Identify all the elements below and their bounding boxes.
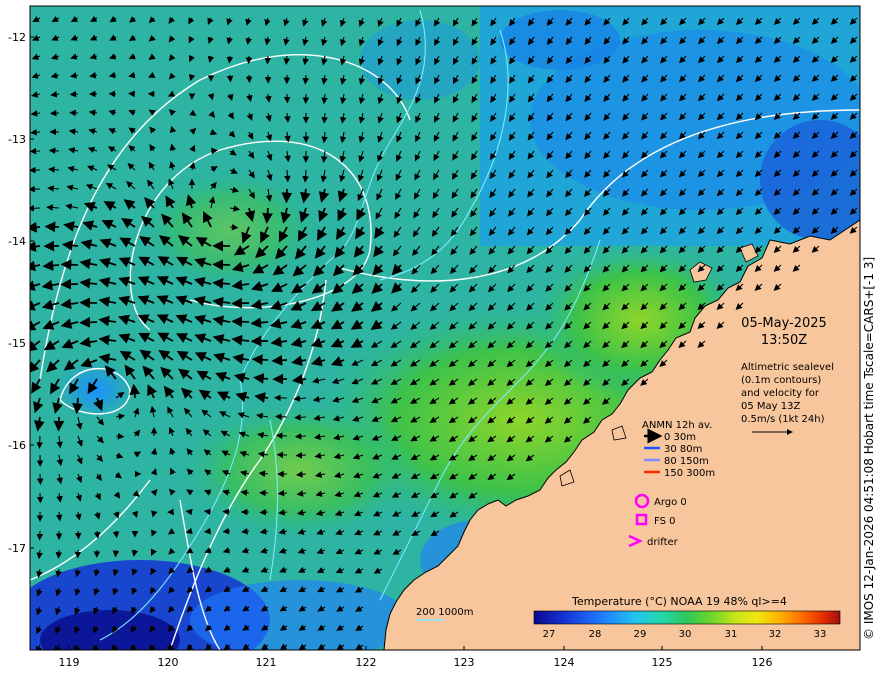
fs-label: FS 0 [654,516,675,527]
altimetry-line: 0.5m/s (1kt 24h) [741,414,825,425]
velocity-arrow-icon [245,74,253,84]
velocity-arrow-icon [129,383,141,399]
colorbar-tick: 30 [679,629,692,640]
altimetry-line: and velocity for [741,388,820,399]
bathymetry-label: 200 1000m [416,607,473,618]
velocity-arrow-icon [60,278,79,290]
velocity-arrow-icon [262,207,273,224]
velocity-arrow-icon [274,413,288,421]
lon-tick: 123 [454,656,475,669]
lon-tick: 120 [158,656,179,669]
lat-tick: -12 [8,31,26,44]
velocity-arrow-icon [259,508,269,516]
velocity-arrow-icon [295,452,307,459]
velocity-arrow-icon [277,489,288,497]
colorbar-title: Temperature (°C) NOAA 19 48% ql>=4 [571,595,787,608]
velocity-arrow-icon [212,259,231,271]
latitude-axis: -12 -13 -14 -15 -16 -17 [8,31,26,555]
velocity-arrow-icon [42,260,60,271]
velocity-arrow-icon [222,508,231,516]
colorbar-tick: 28 [589,629,602,640]
velocity-arrow-icon [251,354,269,366]
velocity-arrow-icon [212,278,231,289]
legend-item: 150 300m [664,468,715,479]
velocity-arrow-icon [93,530,101,539]
map-figure: 119 120 121 122 123 124 125 126 -12 -13 … [8,5,861,669]
velocity-arrow-icon [79,316,98,328]
map-time: 13:50Z [761,333,807,348]
argo-label: Argo 0 [654,497,687,508]
velocity-arrow-icon [112,530,120,539]
velocity-arrow-icon [55,549,63,559]
legend-item: 30 80m [664,444,702,455]
map-date: 05-May-2025 [741,316,827,331]
velocity-arrow-icon [36,435,43,449]
legend-item: 0 30m [664,432,696,443]
lon-tick: 121 [256,656,277,669]
lat-tick: -17 [8,542,26,555]
lon-tick: 126 [752,656,773,669]
velocity-arrow-icon [294,414,307,421]
velocity-arrow-icon [275,432,288,440]
lon-tick: 125 [652,656,673,669]
velocity-arrow-icon [226,55,234,64]
longitude-axis: 119 120 121 122 123 124 125 126 [59,656,773,669]
velocity-arrow-icon [231,297,250,309]
lat-tick: -16 [8,439,26,452]
imos-credit: © IMOS 12-Jan-2026 04:51:08 Hobart time … [862,256,876,640]
velocity-arrow-icon [72,397,83,415]
velocity-arrow-icon [264,55,272,65]
velocity-arrow-icon [69,90,79,98]
velocity-arrow-icon [210,147,218,155]
lon-tick: 122 [356,656,377,669]
legend-item: 80 150m [664,456,709,467]
colorbar-tick: 32 [769,629,782,640]
velocity-arrow-icon [231,316,250,328]
velocity-arrow-icon [115,432,125,440]
altimetry-line: Altimetric sealevel [741,362,834,373]
velocity-arrow-icon [74,530,82,540]
lon-tick: 124 [554,656,575,669]
colorbar-tick: 33 [814,629,827,640]
velocity-arrow-icon [302,74,310,85]
velocity-arrow-icon [222,527,231,535]
colorbar-tick: 29 [634,629,647,640]
velocity-arrow-icon [112,549,120,558]
altimetry-line: 05 May 13Z [741,401,800,412]
drifter-label: drifter [647,537,679,548]
lat-tick: -14 [8,235,26,248]
colorbar-tick: 31 [725,629,738,640]
lon-tick: 119 [59,656,80,669]
legend-title: ANMN 12h av. [642,420,712,431]
lat-tick: -15 [8,337,26,350]
velocity-arrow-icon [60,259,79,271]
velocity-arrow-icon [48,147,60,155]
velocity-arrow-icon [271,354,288,366]
velocity-arrow-icon [30,128,41,136]
lat-tick: -13 [8,133,26,146]
velocity-arrow-icon [229,223,239,231]
sst-field [30,6,860,650]
velocity-arrow-icon [294,432,307,440]
colorbar-tick: 27 [543,629,556,640]
velocity-arrow-icon [281,188,293,204]
altimetry-line: (0.1m contours) [741,375,821,386]
